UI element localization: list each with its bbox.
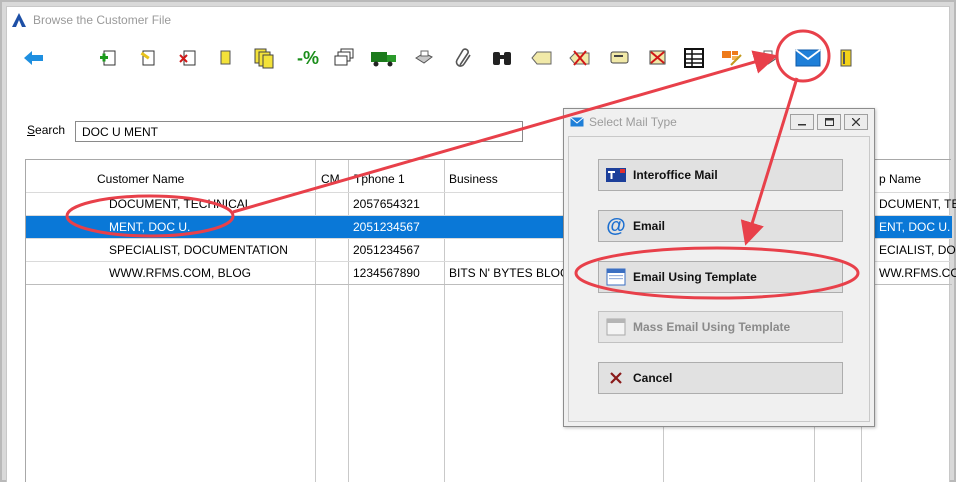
email-using-template-button[interactable]: Email Using Template	[598, 261, 843, 293]
search-input[interactable]	[75, 121, 523, 142]
p-name-cell: DCUMENT, TEC	[879, 197, 956, 211]
tag-delete-icon[interactable]	[567, 45, 593, 71]
notebook-icon[interactable]	[833, 45, 859, 71]
phone-cell: 2051234567	[353, 243, 420, 257]
p-name-cell: ECIALIST, DOCU	[879, 243, 956, 257]
customer-name-cell: SPECIALIST, DOCUMENTATION	[109, 243, 288, 257]
column-header-tphone[interactable]: Tphone 1	[354, 172, 405, 186]
close-button[interactable]	[844, 114, 868, 130]
search-label-rest: earch	[35, 123, 66, 137]
search-label-accesskey: S	[27, 123, 36, 137]
mail-icon[interactable]	[793, 43, 823, 73]
label-icon[interactable]	[607, 45, 633, 71]
mass-email-using-template-button[interactable]: Mass Email Using Template	[598, 311, 843, 343]
search-label: Search	[27, 123, 65, 137]
print-icon[interactable]	[755, 45, 781, 71]
column-header-customer-name[interactable]: Customer Name	[97, 172, 184, 186]
customer-name-cell: MENT, DOC U.	[109, 220, 191, 234]
business-cell: BITS N' BYTES BLOG	[449, 266, 570, 280]
title-bar: Browse the Customer File	[7, 7, 949, 33]
p-name-cell: WW.RFMS.COM	[879, 266, 956, 280]
dialog-body: Interoffice Mail @ Email Email Using Tem…	[568, 136, 870, 422]
interoffice-mail-button[interactable]: Interoffice Mail	[598, 159, 843, 191]
tag-icon[interactable]	[529, 45, 555, 71]
column-header-p-name[interactable]: p Name	[879, 172, 921, 186]
printer-icon[interactable]	[411, 45, 437, 71]
p-name-cell: ENT, DOC U.	[879, 220, 951, 234]
cancel-label: Cancel	[633, 371, 673, 385]
app-logo-icon	[12, 13, 26, 27]
binoculars-icon[interactable]	[489, 45, 515, 71]
at-sign-icon: @	[606, 214, 626, 237]
chart-edit-icon[interactable]	[719, 45, 745, 71]
delete-record-icon[interactable]	[175, 45, 201, 71]
maximize-button[interactable]	[817, 114, 841, 130]
cancel-x-icon	[605, 368, 627, 388]
minimize-button[interactable]	[790, 114, 814, 130]
copy-records-icon[interactable]	[251, 45, 277, 71]
select-mail-type-dialog: Select Mail Type Interoffice Mail @ Emai…	[563, 108, 875, 427]
phone-cell: 2057654321	[353, 197, 420, 211]
email-button[interactable]: @ Email	[598, 210, 843, 242]
note-icon[interactable]	[213, 45, 239, 71]
template-icon	[605, 317, 627, 337]
table-icon[interactable]	[681, 45, 707, 71]
add-record-icon[interactable]	[95, 45, 121, 71]
window-title: Browse the Customer File	[33, 13, 172, 27]
dialog-title: Select Mail Type	[589, 115, 677, 129]
record-delete-icon[interactable]	[645, 45, 671, 71]
toolbar: -%	[7, 43, 949, 77]
customer-name-cell: DOCUMENT, TECHNICAL	[109, 197, 252, 211]
phone-cell: 1234567890	[353, 266, 420, 280]
truck-icon[interactable]	[369, 45, 399, 71]
interoffice-mail-label: Interoffice Mail	[633, 168, 718, 182]
column-header-cm[interactable]: CM	[321, 172, 340, 186]
phone-cell: 2051234567	[353, 220, 420, 234]
column-header-business[interactable]: Business	[449, 172, 498, 186]
interoffice-mail-icon	[605, 165, 627, 185]
email-using-template-label: Email Using Template	[633, 270, 757, 284]
email-label: Email	[633, 219, 666, 233]
attach-icon[interactable]	[451, 45, 477, 71]
cancel-button[interactable]: Cancel	[598, 362, 843, 394]
edit-record-icon[interactable]	[135, 45, 161, 71]
template-icon	[605, 267, 627, 287]
browse-customer-window: Browse the Customer File -% Search DOC U…	[6, 6, 956, 482]
mass-email-using-template-label: Mass Email Using Template	[633, 320, 791, 334]
percent-icon[interactable]: -%	[291, 45, 325, 71]
mail-icon	[570, 117, 584, 127]
windows-icon[interactable]	[331, 45, 357, 71]
back-arrow-icon[interactable]	[21, 45, 47, 71]
customer-name-cell: WWW.RFMS.COM, BLOG	[109, 266, 251, 280]
dialog-window-controls	[790, 114, 868, 130]
